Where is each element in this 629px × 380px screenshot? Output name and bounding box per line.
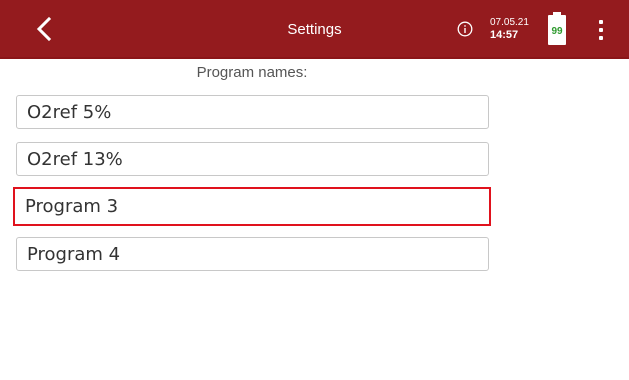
chevron-left-icon [36,16,52,42]
date-text: 07.05.21 [490,17,529,28]
program-name-field-1[interactable] [16,95,489,129]
page-title: Settings [287,21,342,38]
more-vertical-icon [599,20,603,24]
program-name-field-4[interactable] [16,237,489,271]
program-name-field-3[interactable] [13,187,491,226]
program-name-field-2[interactable] [16,142,489,176]
more-vertical-icon-dot [599,28,603,32]
info-circle-icon [457,21,473,37]
battery-body: 99 [548,15,566,45]
info-button[interactable] [457,21,473,37]
program-names-label: Program names: [196,64,308,81]
battery-icon: 99 [548,12,566,45]
battery-level-text: 99 [551,26,563,37]
overflow-menu-button[interactable] [594,18,608,42]
date-time-display: 07.05.21 14:57 [490,17,529,41]
more-vertical-icon-dot [599,36,603,40]
top-app-bar: Settings 07.05.21 14:57 99 [0,0,629,59]
back-button[interactable] [30,14,60,44]
time-text: 14:57 [490,29,519,41]
